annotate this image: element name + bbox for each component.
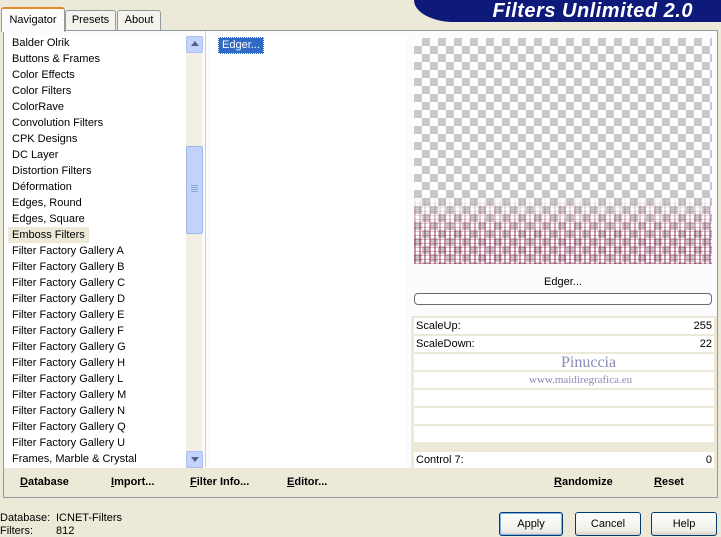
selected-filter-name: Edger...	[544, 276, 582, 288]
category-item[interactable]: Filter Factory Gallery M	[8, 387, 186, 403]
category-item[interactable]: Edges, Square	[8, 211, 186, 227]
reset-button[interactable]: Reset	[654, 476, 684, 488]
category-item[interactable]: Filter Factory Gallery N	[8, 403, 186, 419]
control-label: Control 7:	[416, 454, 464, 466]
apply-button[interactable]: Apply	[499, 512, 563, 536]
category-item[interactable]: Color Filters	[8, 83, 186, 99]
category-item[interactable]: Filter Factory Gallery L	[8, 371, 186, 387]
action-bar: Database Import... Filter Info... Editor…	[4, 468, 717, 497]
category-item[interactable]: Emboss Filters	[8, 227, 89, 243]
scroll-up-button[interactable]	[186, 36, 203, 53]
control-empty-7	[414, 426, 714, 442]
control-scaledown[interactable]: ScaleDown: 22	[414, 336, 714, 352]
tab-about[interactable]: About	[117, 10, 161, 30]
grip-icon	[191, 185, 198, 186]
chevron-up-icon	[191, 41, 199, 46]
preview-effect	[414, 194, 712, 264]
category-item[interactable]: Filter Factory Gallery B	[8, 259, 186, 275]
database-label: Database:	[0, 512, 51, 524]
app-banner: Filters Unlimited 2.0	[414, 0, 721, 22]
filters-label: Filters:	[0, 525, 33, 537]
filters-count: 812	[56, 525, 75, 537]
control-empty-5	[414, 390, 714, 406]
database-value: ICNET-Filters	[56, 512, 122, 524]
category-item[interactable]: Filter Factory Gallery U	[8, 435, 186, 451]
preview-image	[414, 38, 712, 264]
editor-button[interactable]: Editor...	[287, 476, 327, 488]
app-title: Filters Unlimited 2.0	[492, 0, 693, 22]
scroll-down-button[interactable]	[186, 451, 203, 468]
watermark-name: Pinuccia	[561, 354, 617, 371]
import-button[interactable]: Import...	[111, 476, 154, 488]
category-item[interactable]: Filter Factory Gallery H	[8, 355, 186, 371]
category-list[interactable]: Balder Olrik Buttons & Frames Color Effect…	[8, 35, 186, 467]
category-scrollbar[interactable]	[186, 36, 203, 468]
category-item[interactable]: Filter Factory Gallery C	[8, 275, 186, 291]
category-item[interactable]: Filter Factory Gallery D	[8, 291, 186, 307]
database-button[interactable]: Database	[20, 476, 69, 488]
category-item[interactable]: Distortion Filters	[8, 163, 186, 179]
control-value: 0	[705, 454, 712, 466]
category-item[interactable]: Filter Factory Gallery Q	[8, 419, 186, 435]
category-item[interactable]: Filter Factory Gallery G	[8, 339, 186, 355]
control-label: ScaleDown:	[416, 338, 475, 350]
category-item[interactable]: Buttons & Frames	[8, 51, 186, 67]
scroll-thumb[interactable]	[186, 146, 203, 234]
control-7[interactable]: Control 7: 0	[414, 452, 714, 468]
divider	[205, 31, 206, 467]
category-item[interactable]: Filter Factory Gallery F	[8, 323, 186, 339]
category-item[interactable]: DC Layer	[8, 147, 186, 163]
category-item[interactable]: CPK Designs	[8, 131, 186, 147]
control-empty-6	[414, 408, 714, 424]
category-item[interactable]: Color Effects	[8, 67, 186, 83]
chevron-down-icon	[191, 457, 199, 462]
category-item[interactable]: ColorRave	[8, 99, 186, 115]
help-button[interactable]: Help	[651, 512, 717, 536]
filter-list[interactable]: Edger...	[210, 35, 406, 467]
control-value: 22	[699, 338, 712, 350]
navigator-panel: Balder Olrik Buttons & Frames Color Effect…	[3, 30, 718, 498]
filter-item[interactable]: Edger...	[218, 37, 264, 54]
tab-presets[interactable]: Presets	[65, 10, 116, 30]
category-item[interactable]: Edges, Round	[8, 195, 186, 211]
tab-navigator[interactable]: Navigator	[1, 7, 65, 32]
controls-area: ScaleUp: 255 ScaleDown: 22 Control 7: 0 …	[411, 316, 717, 468]
cancel-button[interactable]: Cancel	[575, 512, 641, 536]
category-item[interactable]: Balder Olrik	[8, 35, 186, 51]
control-scaleup[interactable]: ScaleUp: 255	[414, 318, 714, 334]
control-value: 255	[693, 320, 712, 332]
category-item[interactable]: Convolution Filters	[8, 115, 186, 131]
watermark-url: www.maidiregrafica.eu	[529, 374, 633, 386]
category-item[interactable]: Frames, Marble & Crystal	[8, 451, 186, 467]
category-item[interactable]: Filter Factory Gallery E	[8, 307, 186, 323]
randomize-button[interactable]: Randomize	[554, 476, 613, 488]
progress-bar	[414, 293, 712, 305]
filter-info-button[interactable]: Filter Info...	[190, 476, 249, 488]
control-label: ScaleUp:	[416, 320, 461, 332]
category-item[interactable]: Déformation	[8, 179, 186, 195]
tab-strip: Navigator Presets About	[0, 0, 420, 32]
category-item[interactable]: Filter Factory Gallery A	[8, 243, 186, 259]
